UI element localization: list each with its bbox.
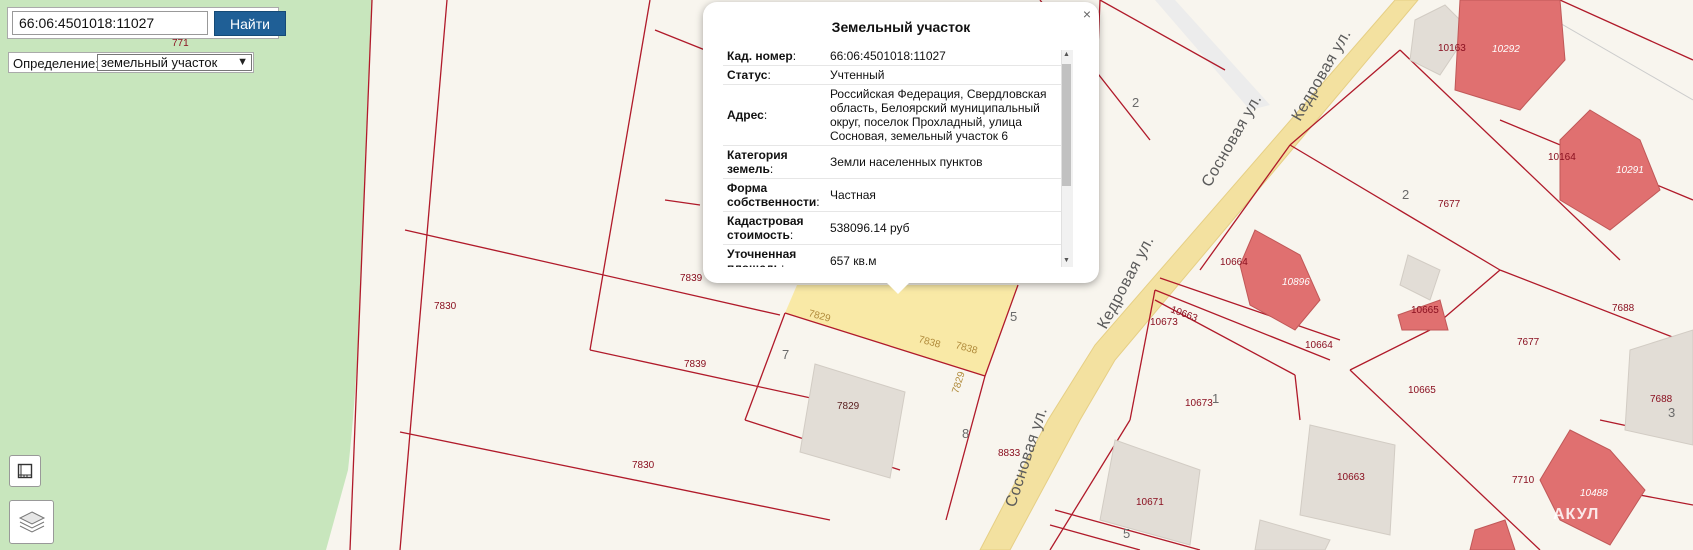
watermark: АКУЛ: [1553, 506, 1600, 523]
table-row: Кадастровая стоимость: 538096.14 руб: [723, 211, 1063, 245]
table-row: Уточненная площадь: 657 кв.м: [723, 244, 1063, 267]
house-number: 2: [1402, 187, 1409, 202]
plot-label: 7839: [684, 359, 707, 370]
scroll-up-icon[interactable]: ▲: [1061, 51, 1072, 58]
search-button[interactable]: Найти: [214, 11, 286, 36]
popup-pointer: [886, 282, 910, 294]
definition-select[interactable]: земельный участок ▼: [97, 54, 252, 71]
attribute-value: Земли населенных пунктов: [825, 145, 1063, 179]
plot-label: 10163: [1438, 43, 1466, 54]
layers-icon: [18, 511, 45, 533]
plot-label: 7830: [632, 460, 655, 471]
house-number: 5: [1123, 526, 1130, 541]
house-number: 2: [1132, 95, 1139, 110]
attribute-key: Адрес:: [723, 84, 826, 146]
layers-button[interactable]: [9, 500, 54, 544]
plot-label: 10664: [1220, 257, 1248, 268]
parcel-info-popup: Земельный участок × Кад. номер: 66:06:45…: [703, 2, 1099, 283]
plot-label: 10665: [1408, 385, 1436, 396]
plot-label: 7830: [434, 301, 457, 312]
plot-label: 7677: [1438, 199, 1461, 210]
attribute-value: 657 кв.м: [825, 244, 1063, 267]
table-row: Форма собственности: Частная: [723, 178, 1063, 212]
popup-scroll-thumb[interactable]: [1062, 64, 1071, 186]
table-row: Категория земель: Земли населенных пункт…: [723, 145, 1063, 179]
close-icon[interactable]: ×: [1083, 6, 1091, 22]
attribute-key: Статус:: [723, 65, 826, 85]
plot-label: 10673: [1150, 317, 1178, 328]
plot-label: 10663: [1337, 472, 1365, 483]
attribute-value: 66:06:4501018:11027: [825, 47, 1063, 66]
house-label: 10291: [1616, 165, 1644, 176]
house-label: 10292: [1492, 44, 1520, 55]
cadastral-search-input[interactable]: [12, 11, 208, 35]
definition-panel: Определение: земельный участок ▼: [8, 52, 254, 73]
plot-label: 10671: [1136, 497, 1164, 508]
table-row: Статус: Учтенный: [723, 65, 1063, 85]
forest-area: [0, 0, 372, 550]
house-number: 8: [962, 426, 969, 441]
house-number: 7: [782, 347, 789, 362]
plot-label: 7839: [680, 273, 703, 284]
attribute-key: Форма собственности:: [723, 178, 826, 212]
definition-selected-value: земельный участок: [101, 55, 218, 70]
house-number: 3: [1668, 405, 1675, 420]
definition-label: Определение:: [13, 56, 99, 71]
plot-label: 10673: [1185, 398, 1213, 409]
plot-label: 10664: [1305, 340, 1333, 351]
attribute-key: Кад. номер:: [723, 47, 826, 66]
plot-label: 10665: [1411, 305, 1439, 316]
attribute-key: Категория земель:: [723, 145, 826, 179]
house-number: 1: [1212, 391, 1219, 406]
house-number: 5: [1010, 309, 1017, 324]
popup-body[interactable]: Кад. номер: 66:06:4501018:11027 Статус: …: [723, 47, 1077, 267]
house-label: 10488: [1580, 488, 1608, 499]
search-panel: Найти: [7, 7, 286, 39]
attribute-key: Уточненная площадь:: [723, 244, 826, 267]
popup-title: Земельный участок: [831, 19, 971, 35]
plot-label: 7677: [1517, 337, 1540, 348]
chevron-down-icon: ▼: [237, 56, 248, 68]
table-row: Кад. номер: 66:06:4501018:11027: [723, 47, 1063, 66]
ruler-button[interactable]: [9, 455, 41, 487]
attribute-key: Кадастровая стоимость:: [723, 211, 826, 245]
ruler-icon: [17, 463, 33, 479]
attribute-value: Учтенный: [825, 65, 1063, 85]
scroll-down-icon[interactable]: ▼: [1061, 257, 1072, 264]
attribute-value: Российская Федерация, Свердловская облас…: [825, 84, 1063, 146]
plot-label: 10164: [1548, 152, 1576, 163]
plot-label: 7688: [1612, 303, 1635, 314]
attribute-value: 538096.14 руб: [825, 211, 1063, 245]
plot-label: 771: [172, 38, 189, 49]
attribute-value: Частная: [825, 178, 1063, 212]
plot-label: 7688: [1650, 394, 1673, 405]
parcel-attributes-table: Кад. номер: 66:06:4501018:11027 Статус: …: [723, 47, 1063, 267]
table-row: Адрес: Российская Федерация, Свердловска…: [723, 84, 1063, 146]
house-label: 10896: [1282, 277, 1310, 288]
plot-label: 7710: [1512, 475, 1535, 486]
house-label: 7829: [837, 401, 860, 412]
